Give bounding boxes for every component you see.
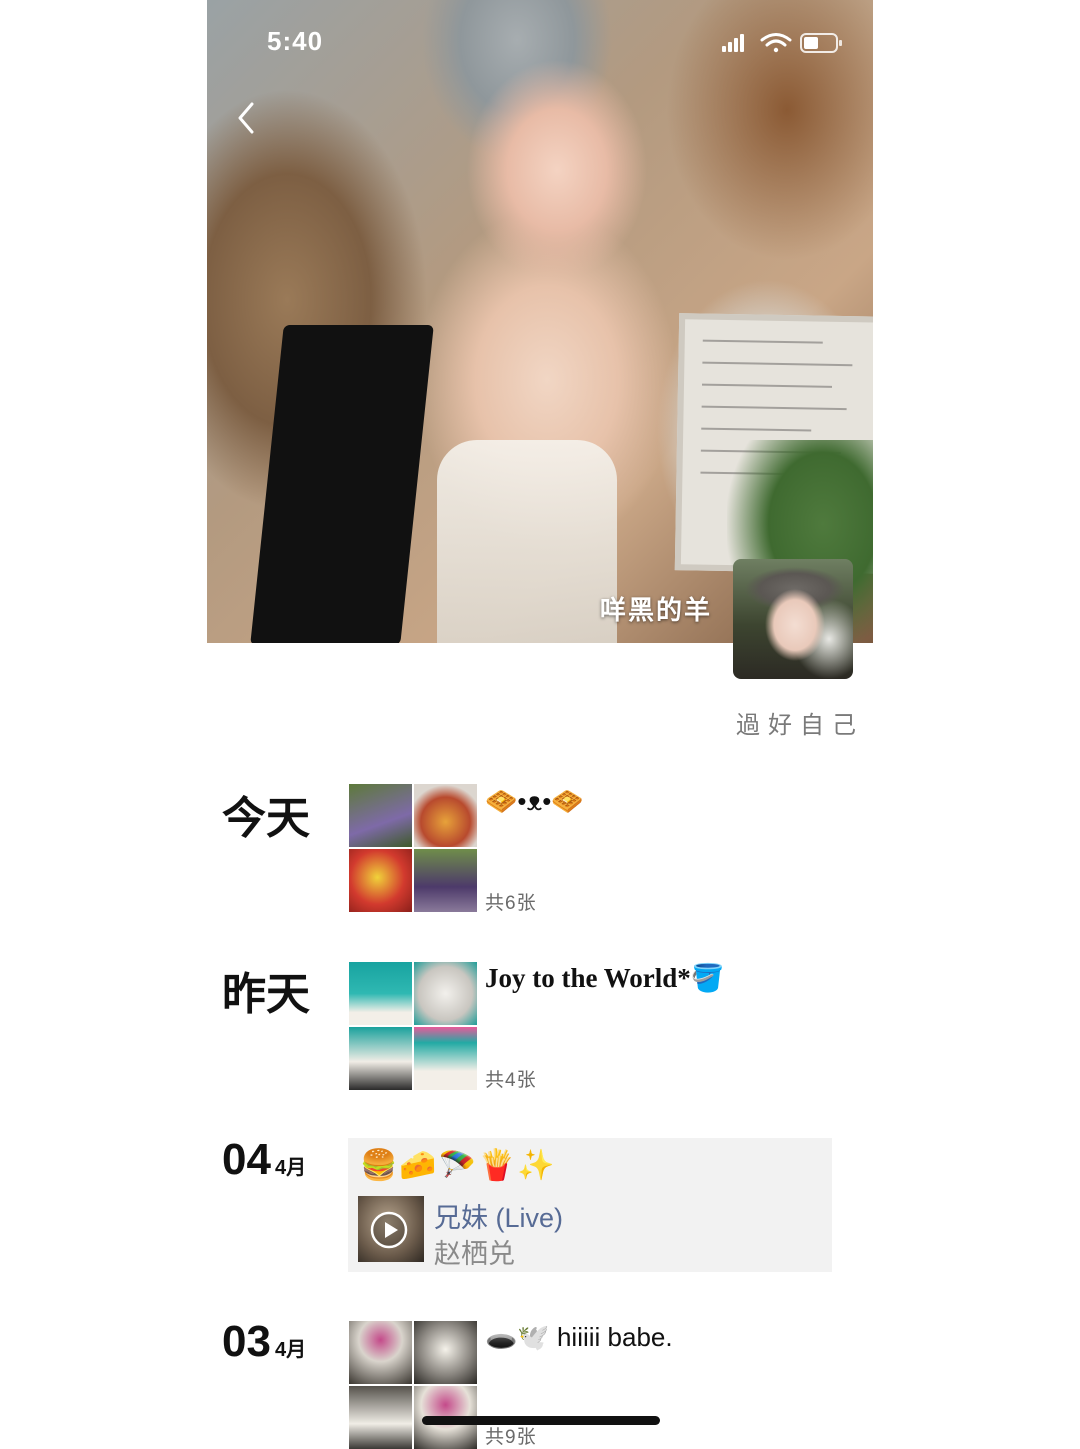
photo-count: 共9张 <box>485 1427 537 1448</box>
photo-grid[interactable] <box>349 1321 477 1449</box>
photo-thumb <box>349 784 412 847</box>
play-icon[interactable] <box>370 1211 408 1249</box>
date-label-yesterday: 昨天 <box>222 970 310 1019</box>
photo-grid[interactable] <box>349 784 477 912</box>
signal-icon <box>722 34 744 52</box>
photo-thumb <box>349 1386 412 1449</box>
post-text: 🧇•ᴥ•🧇 <box>485 786 584 816</box>
back-icon[interactable] <box>230 100 266 136</box>
music-cover <box>358 1196 424 1262</box>
music-post-card[interactable]: 🍔🧀🪂🍟✨ 兄妹 (Live) 赵栖兑 <box>348 1138 832 1272</box>
photo-grid[interactable] <box>349 962 477 1090</box>
date-label-04: 04 4月 <box>222 1138 306 1182</box>
profile-signature: 過好自己 <box>736 712 864 739</box>
music-title: 兄妹 (Live) <box>434 1203 564 1233</box>
photo-thumb <box>349 1027 412 1090</box>
photo-count: 共6张 <box>485 893 537 914</box>
photo-thumb <box>414 1027 477 1090</box>
photo-thumb <box>414 784 477 847</box>
date-label-today: 今天 <box>222 794 310 843</box>
photo-thumb <box>349 962 412 1025</box>
music-artist: 赵栖兑 <box>434 1239 515 1269</box>
photo-thumb <box>414 849 477 912</box>
date-day: 04 <box>222 1135 271 1184</box>
post-emojis: 🍔🧀🪂🍟✨ <box>360 1149 557 1182</box>
cover-photo[interactable] <box>207 0 873 643</box>
status-time: 5:40 <box>267 26 324 56</box>
photo-thumb <box>349 1321 412 1384</box>
post-text: 🕳️🕊️ hiiiii babe. <box>485 1322 673 1352</box>
avatar[interactable] <box>733 559 853 679</box>
photo-thumb <box>349 849 412 912</box>
cover-top-shape <box>437 440 617 643</box>
photo-count: 共4张 <box>485 1070 537 1091</box>
status-icons <box>722 33 842 53</box>
battery-icon <box>800 33 842 53</box>
home-indicator[interactable] <box>422 1416 660 1425</box>
post-text: Joy to the World*🪣 <box>485 963 725 993</box>
date-day: 03 <box>222 1317 271 1366</box>
date-month: 4月 <box>274 1157 307 1179</box>
photo-thumb <box>414 962 477 1025</box>
cover-tablet-shape <box>250 325 434 643</box>
wifi-icon <box>760 33 792 53</box>
profile-nickname: 咩黑的羊 <box>600 595 713 625</box>
date-month: 4月 <box>274 1339 307 1361</box>
date-label-03: 03 4月 <box>222 1320 306 1364</box>
photo-thumb <box>414 1321 477 1384</box>
